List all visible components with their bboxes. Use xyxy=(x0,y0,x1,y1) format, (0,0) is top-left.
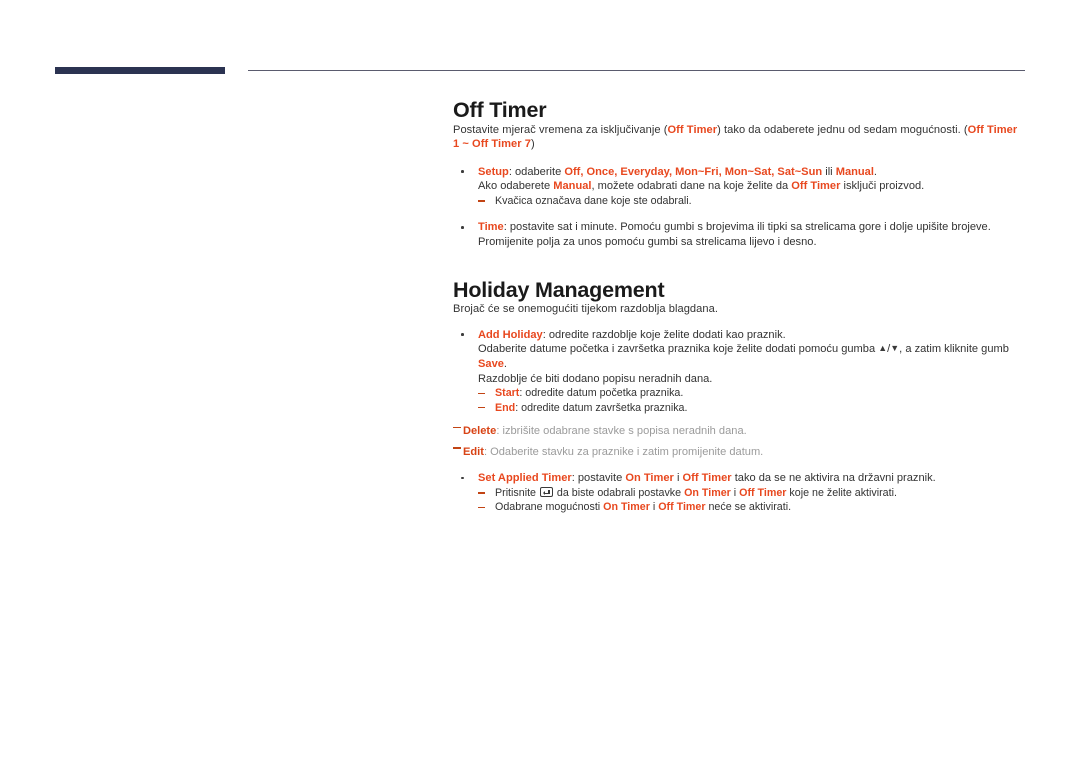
odabrane-keyword-on-timer: On Timer xyxy=(603,501,650,514)
dash-marker-icon xyxy=(478,506,485,508)
add-holiday-line3: Razdoblje će biti dodano popisu neradnih… xyxy=(478,372,713,385)
intro-text-part2: ) tako da odaberete jednu od sedam moguć… xyxy=(717,123,968,136)
applied-timer-list: Set Applied Timer: postavite On Timer i … xyxy=(453,471,1025,514)
setup-sub-list: Kvačica označava dane koje ste odabrali. xyxy=(478,194,1025,208)
document-content: Off Timer Postavite mjerač vremena za is… xyxy=(453,0,1025,515)
intro-text-part1: Postavite mjerač vremena za isključivanj… xyxy=(453,123,668,136)
dash-marker-icon xyxy=(453,426,461,428)
sub-item-odabrane: Odabrane mogućnosti On Timer i Off Timer… xyxy=(478,500,1025,514)
intro-keyword-off-timer: Off Timer xyxy=(667,123,718,136)
setup-text-b: ili xyxy=(822,165,836,178)
item-text-delete: : izbrišite odabrane stavke s popisa ner… xyxy=(496,425,747,438)
arrow-up-icon: ▲ xyxy=(878,343,888,354)
add-holiday-sub-list: Start: odredite datum početka praznika. … xyxy=(478,386,1025,415)
holiday-intro: Brojač će se onemogućiti tijekom razdobl… xyxy=(453,303,718,316)
setup-option-manual: Manual xyxy=(835,165,874,178)
bullet-label-add-holiday: Add Holiday xyxy=(478,328,543,341)
bullet-label-time: Time xyxy=(478,221,504,234)
add-holiday-line2-b: , a zatim kliknite gumb xyxy=(899,343,1009,356)
applied-timer-sub-list: Pritisnite da biste odabrali postavke On… xyxy=(478,486,1025,515)
pritisnite-text-d: koje ne želite aktivirati. xyxy=(786,486,897,499)
pritisnite-keyword-on-timer: On Timer xyxy=(684,486,731,499)
setup-line2-keyword-off-timer: Off Timer xyxy=(791,180,841,193)
bullet-label-set-applied-timer: Set Applied Timer xyxy=(478,472,572,485)
applied-text-a: : postavite xyxy=(571,472,626,485)
add-holiday-line1: : odredite razdoblje koje želite dodati … xyxy=(542,328,786,341)
off-timer-bullet-list: Setup: odaberite Off, Once, Everyday, Mo… xyxy=(453,165,1025,250)
sub-item-end: End: odredite datum završetka praznika. xyxy=(478,401,1025,415)
sub-item-start: Start: odredite datum početka praznika. xyxy=(478,386,1025,400)
holiday-bullet-list: Add Holiday: odredite razdoblje koje žel… xyxy=(453,328,1025,415)
bullet-set-applied-timer: Set Applied Timer: postavite On Timer i … xyxy=(453,471,1025,514)
odabrane-keyword-off-timer: Off Timer xyxy=(658,501,706,514)
setup-line2-keyword-manual: Manual xyxy=(553,180,592,193)
odabrane-text-a: Odabrane mogućnosti xyxy=(495,501,604,514)
time-description: : postavite sat i minute. Pomoću gumbi s… xyxy=(478,221,991,249)
sub-item-kvacica-text: Kvačica označava dane koje ste odabrali. xyxy=(495,195,692,208)
pritisnite-keyword-off-timer: Off Timer xyxy=(739,486,787,499)
setup-line2-b: , možete odabrati dane na koje želite da xyxy=(591,180,792,193)
pritisnite-text-b: da biste odabrali postavke xyxy=(553,486,685,499)
applied-keyword-off-timer: Off Timer xyxy=(682,472,732,485)
applied-text-c: tako da se ne aktivira na državni prazni… xyxy=(731,472,936,485)
sub-item-pritisnite: Pritisnite da biste odabrali postavke On… xyxy=(478,486,1025,500)
bullet-dot-icon xyxy=(461,170,464,173)
setup-line2-a: Ako odaberete xyxy=(478,180,554,193)
bullet-dot-icon xyxy=(461,476,464,480)
applied-text-b: i xyxy=(673,472,683,485)
arrow-down-icon: ▼ xyxy=(890,343,900,354)
item-label-edit: Edit xyxy=(463,445,484,458)
sub-text-end: : odredite datum završetka praznika. xyxy=(515,401,688,414)
setup-option-keywords: Off, Once, Everyday, Mon~Fri, Mon~Sat, S… xyxy=(564,165,823,178)
pritisnite-text-c: i xyxy=(730,486,740,499)
dash-marker-icon xyxy=(478,392,485,394)
odabrane-text-d: neće se aktivirati. xyxy=(705,501,792,514)
sub-text-start: : odredite datum početka praznika. xyxy=(519,387,684,400)
sub-item-kvacica: Kvačica označava dane koje ste odabrali. xyxy=(478,194,1025,208)
section-title-off-timer: Off Timer xyxy=(453,98,547,122)
bullet-dot-icon xyxy=(461,333,464,336)
intro-text-part3: ) xyxy=(531,138,535,151)
pritisnite-text-a: Pritisnite xyxy=(495,486,539,499)
item-label-delete: Delete xyxy=(463,425,497,438)
header-accent-bar xyxy=(55,67,225,74)
setup-line2-c: isključi proizvod. xyxy=(840,180,925,193)
bullet-time: Time: postavite sat i minute. Pomoću gum… xyxy=(453,220,1025,249)
dash-marker-icon xyxy=(453,447,461,449)
item-edit: Edit: Odaberite stavku za praznike i zat… xyxy=(453,445,1025,460)
dash-marker-icon xyxy=(478,200,485,202)
add-holiday-line2-c: . xyxy=(503,358,508,371)
enter-key-icon xyxy=(539,487,553,497)
dash-marker-icon xyxy=(478,492,485,494)
section-title-holiday-management: Holiday Management xyxy=(453,277,665,302)
add-holiday-line2-a: Odaberite datume početka i završetka pra… xyxy=(478,343,879,356)
bullet-add-holiday: Add Holiday: odredite razdoblje koje žel… xyxy=(453,328,1025,415)
bullet-dot-icon xyxy=(461,225,464,229)
item-delete: Delete: izbrišite odabrane stavke s popi… xyxy=(453,424,1025,439)
sub-label-end: End xyxy=(495,401,516,414)
odabrane-text-c: i xyxy=(649,501,659,514)
item-text-edit: : Odaberite stavku za praznike i zatim p… xyxy=(483,445,764,458)
dash-marker-icon xyxy=(478,407,485,409)
setup-text-c: . xyxy=(873,165,878,178)
setup-text-a: : odaberite xyxy=(508,165,565,178)
off-timer-intro: Postavite mjerač vremena za isključivanj… xyxy=(453,123,1021,152)
sub-label-start: Start xyxy=(495,387,520,400)
bullet-setup: Setup: odaberite Off, Once, Everyday, Mo… xyxy=(453,165,1025,209)
bullet-label-setup: Setup xyxy=(478,165,509,178)
add-holiday-keyword-save: Save xyxy=(478,358,504,371)
applied-keyword-on-timer: On Timer xyxy=(625,472,674,485)
